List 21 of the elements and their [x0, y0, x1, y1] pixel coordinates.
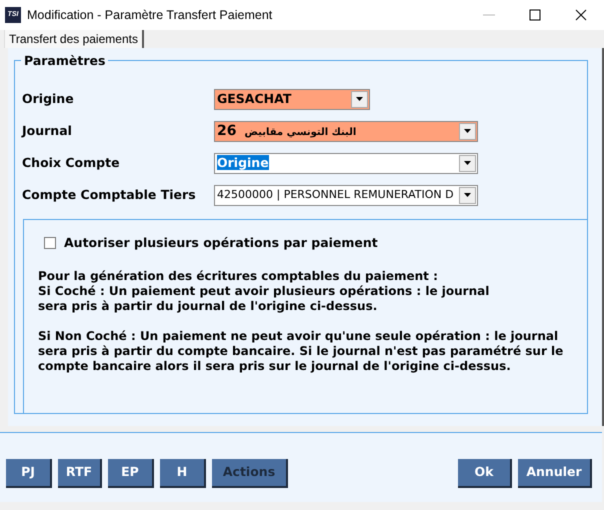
tab[interactable]: Transfert des paiements: [4, 30, 144, 48]
combo-box[interactable]: 42500000 | PERSONNEL REMUNERATION D: [214, 184, 478, 206]
checkbox-label[interactable]: Autoriser plusieurs opérations par paiement: [64, 234, 378, 253]
action-button[interactable]: Annuler: [518, 459, 592, 488]
maximize-icon[interactable]: [529, 9, 541, 21]
window-title: Modification - Paramètre Transfert Paiement: [27, 6, 274, 24]
field-label: Choix Compte: [22, 154, 121, 172]
checkbox[interactable]: [44, 237, 56, 250]
field-label: Journal: [22, 122, 73, 140]
combo-box[interactable]: Origine: [214, 152, 478, 174]
combo-box[interactable]: GESACHAT: [214, 88, 370, 110]
field-label: Origine: [22, 90, 75, 108]
action-button[interactable]: H: [160, 459, 206, 488]
action-button[interactable]: Ok: [458, 459, 512, 488]
action-button[interactable]: EP: [108, 459, 154, 488]
action-button[interactable]: RTF: [58, 459, 102, 488]
action-button[interactable]: PJ: [6, 459, 52, 488]
help-text: Pour la génération des écritures comptables du paiement : Si Coché : Un paiement peut avoir plusieurs opérations : le journal sera pris à partir du journal de l'origine ci-dessus.: [38, 268, 490, 314]
help-text: Si Non Coché : Un paiement ne peut avoir qu'une seule opération : le journal sera pris à partir du compte bancaire. Si le journal n'est pas paramétré sur le compte bancaire alors il sera pris sur le journal de l'origine ci-dessus.: [38, 328, 564, 374]
close-icon[interactable]: [575, 9, 587, 21]
field-label: Compte Comptable Tiers: [22, 186, 197, 204]
